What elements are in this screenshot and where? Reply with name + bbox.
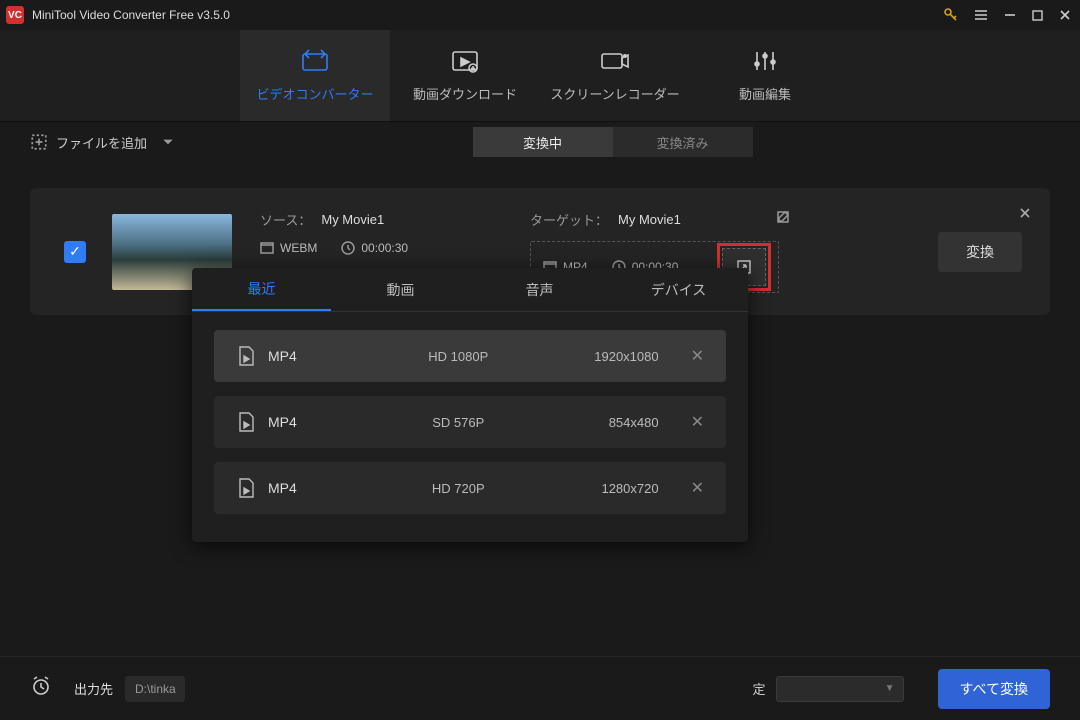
format-option[interactable]: MP4 HD 720P 1280x720 ✕ [214, 462, 726, 514]
main-tabs: ビデオコンバーター 動画ダウンロード スクリーンレコーダー 動画編集 [0, 30, 1080, 122]
remove-preset-icon[interactable]: ✕ [691, 478, 704, 498]
remove-file-icon[interactable] [1018, 206, 1032, 225]
popup-tab-recent[interactable]: 最近 [192, 268, 331, 311]
menu-icon[interactable] [973, 7, 989, 23]
minimize-icon[interactable] [1003, 8, 1017, 22]
popup-tab-video[interactable]: 動画 [331, 268, 470, 311]
remove-preset-icon[interactable]: ✕ [691, 412, 704, 432]
source-duration: 00:00:30 [341, 241, 408, 255]
maximize-icon[interactable] [1031, 9, 1044, 22]
setting-suffix: 定 [753, 679, 766, 698]
titlebar: VC MiniTool Video Converter Free v3.5.0 [0, 0, 1080, 30]
alarm-icon[interactable] [30, 675, 52, 702]
target-name: My Movie1 [618, 212, 681, 227]
source-format: WEBM [260, 241, 317, 255]
source-label: ソース： [260, 210, 311, 229]
key-icon[interactable] [943, 7, 959, 23]
format-option[interactable]: MP4 SD 576P 854x480 ✕ [214, 396, 726, 448]
app-title: MiniTool Video Converter Free v3.5.0 [32, 8, 943, 22]
file-icon [236, 345, 256, 367]
footer: 出力先 D:\tinka 定 ▼ すべて変換 [0, 656, 1080, 720]
popup-tab-audio[interactable]: 音声 [470, 268, 609, 311]
convert-button[interactable]: 変換 [938, 232, 1022, 272]
output-label: 出力先 [74, 679, 113, 698]
status-toggle: 変換中 変換済み [473, 127, 753, 157]
edit-icon[interactable] [776, 210, 790, 229]
app-logo: VC [6, 6, 24, 24]
popup-tab-device[interactable]: デバイス [609, 268, 748, 311]
toolbar: ファイルを追加 変換中 変換済み [0, 122, 1080, 162]
tab-screen-recorder[interactable]: スクリーンレコーダー [540, 30, 690, 121]
file-icon [236, 411, 256, 433]
source-name: My Movie1 [321, 212, 384, 227]
file-icon [236, 477, 256, 499]
toggle-converted[interactable]: 変換済み [613, 127, 753, 157]
add-file-button[interactable]: ファイルを追加 [30, 133, 175, 152]
tab-video-converter[interactable]: ビデオコンバーター [240, 30, 390, 121]
tab-video-edit[interactable]: 動画編集 [690, 30, 840, 121]
file-checkbox[interactable]: ✓ [64, 241, 86, 263]
remove-preset-icon[interactable]: ✕ [691, 346, 704, 366]
close-icon[interactable] [1058, 8, 1072, 22]
tab-video-download[interactable]: 動画ダウンロード [390, 30, 540, 121]
output-path[interactable]: D:\tinka [125, 676, 185, 702]
format-option[interactable]: MP4 HD 1080P 1920x1080 ✕ [214, 330, 726, 382]
footer-select[interactable]: ▼ [776, 676, 904, 702]
convert-all-button[interactable]: すべて変換 [938, 669, 1050, 709]
toggle-converting[interactable]: 変換中 [473, 127, 613, 157]
target-label: ターゲット： [530, 210, 608, 229]
format-popup: 最近 動画 音声 デバイス MP4 HD 1080P 1920x1080 ✕ M… [192, 268, 748, 542]
